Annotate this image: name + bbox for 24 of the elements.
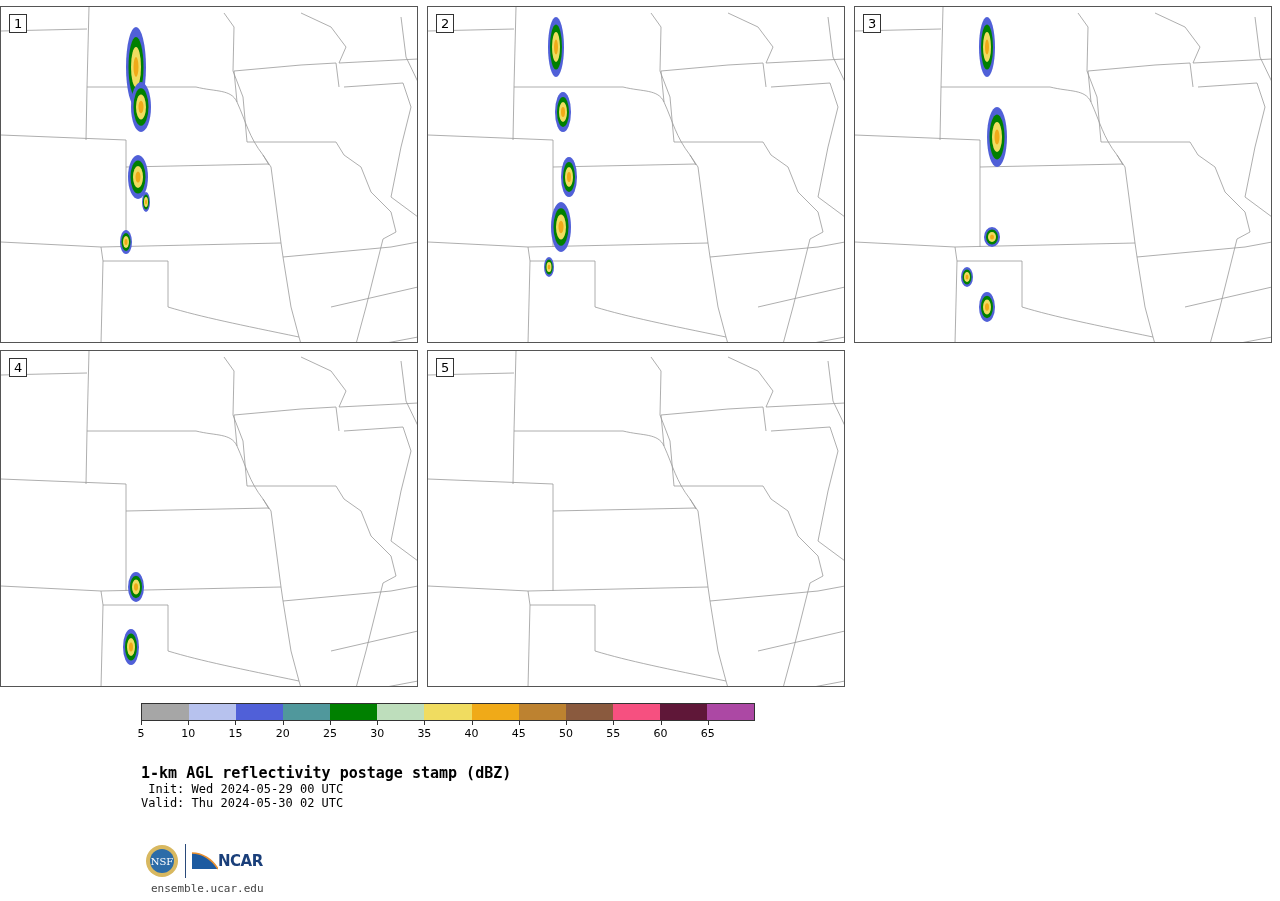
panel-number: 1 [9,14,28,33]
panel-number: 2 [436,14,455,33]
tick-label: 45 [511,727,526,740]
chart-title: 1-km AGL reflectivity postage stamp (dBZ) [141,764,513,782]
tick-label: 35 [417,727,432,740]
valid-time: Valid: Thu 2024-05-30 02 UTC [141,796,345,810]
website-url: ensemble.ucar.edu [151,882,265,895]
tick-label: 5 [137,727,145,740]
seal-logo: NSF [145,844,179,878]
tick-label: 55 [606,727,621,740]
ncar-logo: NCAR [192,851,263,871]
tick-label: 15 [228,727,243,740]
tick-label: 25 [322,727,337,740]
tick-label: 20 [275,727,290,740]
panel-number: 3 [863,14,882,33]
tick-label: 65 [700,727,715,740]
panel-number: 4 [9,358,28,377]
tick-label: 50 [559,727,574,740]
tick-label: 60 [653,727,668,740]
tick-label: 10 [181,727,196,740]
tick-label: 30 [370,727,385,740]
panel-number: 5 [436,358,455,377]
tick-label: 40 [464,727,479,740]
init-time: Init: Wed 2024-05-29 00 UTC [147,782,345,796]
